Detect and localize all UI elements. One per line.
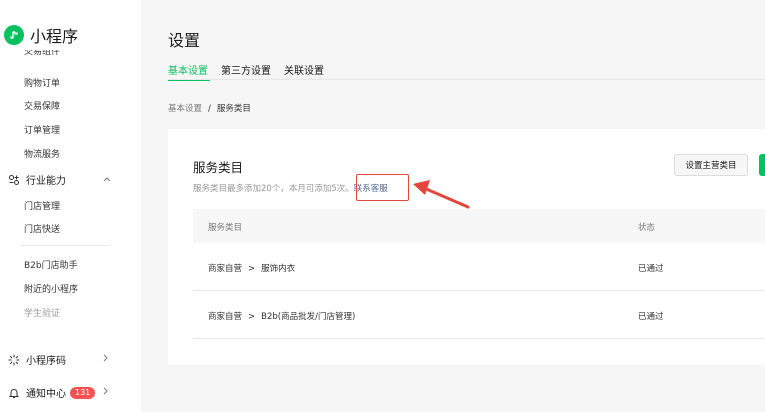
row-status: 已通过 <box>638 312 664 322</box>
card-desc-text: 服务类目最多添加20个，本月可添加5次。 <box>193 184 354 194</box>
table-row: 商家自营 > B2b(商品批发/门店管理) 已通过 <box>193 291 765 339</box>
sidebar-item-store-management[interactable]: 门店管理 <box>24 199 60 212</box>
chevron-right-icon[interactable] <box>100 386 110 396</box>
sidebar-divider <box>20 245 109 246</box>
add-category-button[interactable] <box>759 154 765 176</box>
industry-icon <box>9 174 19 185</box>
sidebar-group-qrcode[interactable]: 小程序码 <box>8 352 66 367</box>
tab-basic-settings[interactable]: 基本设置 <box>168 62 208 77</box>
page-title: 设置 <box>168 31 201 50</box>
sidebar-item-b2b-assistant[interactable]: B2b门店助手 <box>24 258 78 271</box>
app-logo[interactable]: 小程序 <box>4 24 78 46</box>
sidebar-item-order-management[interactable]: 订单管理 <box>24 123 60 136</box>
row-status: 已通过 <box>638 264 664 274</box>
chevron-up-icon[interactable] <box>102 174 112 184</box>
set-main-category-button[interactable]: 设置主营类目 <box>674 154 748 176</box>
tab-association-settings[interactable]: 关联设置 <box>284 62 324 77</box>
sidebar-group-notify[interactable]: 通知中心 131 <box>8 385 96 400</box>
tabs-divider <box>168 79 765 80</box>
row-category-path: 商家自营 > 服饰内衣 <box>208 264 296 274</box>
chevron-right-icon[interactable] <box>100 353 110 363</box>
annotation-arrow-icon <box>413 180 470 209</box>
sidebar-group-industry[interactable]: 行业能力 <box>8 172 66 187</box>
sidebar: 小程序 交易组件 购物订单 交易保障 订单管理 物流服务 行业能力 门店管理 门… <box>0 0 141 412</box>
column-header-category: 服务类目 <box>208 223 243 233</box>
breadcrumb-parent[interactable]: 基本设置 <box>168 104 202 114</box>
service-category-card: 服务类目 服务类目最多添加20个，本月可添加5次。联系客服 设置主营类目 服务类… <box>168 129 765 365</box>
miniprogram-logo-icon <box>4 25 24 45</box>
table-header: 服务类目 状态 <box>193 209 765 243</box>
breadcrumb-separator: / <box>208 104 211 114</box>
notification-count-badge: 131 <box>70 386 96 399</box>
sidebar-item-shopping-orders[interactable]: 购物订单 <box>24 76 60 89</box>
table-row: 商家自营 > 服饰内衣 已通过 <box>193 243 765 291</box>
sidebar-item-student-verification[interactable]: 学生验证 <box>24 306 60 319</box>
sidebar-item-nearby-miniprogram[interactable]: 附近的小程序 <box>24 282 78 295</box>
row-category-path: 商家自营 > B2b(商品批发/门店管理) <box>208 312 356 322</box>
breadcrumb: 基本设置 / 服务类目 <box>168 102 251 114</box>
sidebar-item-trade-component[interactable]: 交易组件 <box>24 50 60 58</box>
annotation-highlight-box <box>356 174 409 201</box>
column-header-status: 状态 <box>638 223 656 233</box>
sidebar-item-logistics[interactable]: 物流服务 <box>24 147 60 160</box>
sidebar-group-label: 通知中心 <box>26 389 66 400</box>
breadcrumb-current: 服务类目 <box>216 104 251 114</box>
card-title: 服务类目 <box>193 160 244 175</box>
tab-third-party-settings[interactable]: 第三方设置 <box>221 62 271 77</box>
qrcode-icon <box>8 354 20 365</box>
app-name: 小程序 <box>30 27 79 46</box>
bell-icon <box>8 388 20 398</box>
sidebar-group-label: 行业能力 <box>26 176 66 187</box>
sidebar-item-store-delivery[interactable]: 门店快送 <box>24 222 60 235</box>
sidebar-group-label: 小程序码 <box>26 356 66 367</box>
sidebar-item-trade-guarantee[interactable]: 交易保障 <box>24 99 60 112</box>
